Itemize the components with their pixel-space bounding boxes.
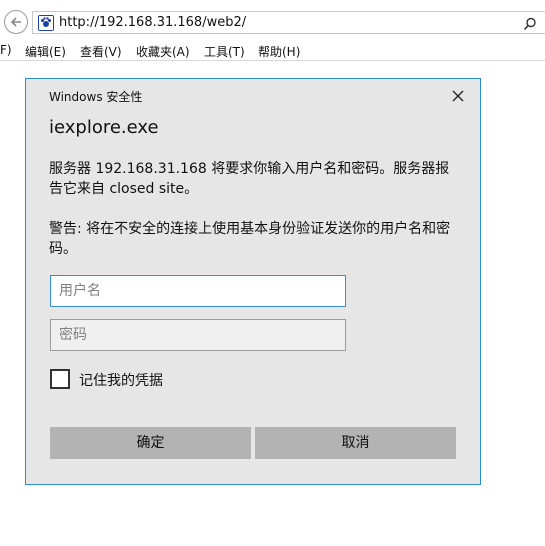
warning-message: 警告: 将在不安全的连接上使用基本身份验证发送你的用户名和密码。 (49, 221, 451, 257)
menu-tools[interactable]: 工具(T) (204, 43, 245, 60)
back-button[interactable] (4, 10, 28, 34)
ok-button[interactable]: 确定 (50, 427, 251, 459)
menu-favorites[interactable]: 收藏夹(A) (136, 43, 190, 60)
address-bar-row: http://192.168.31.168/web2/ (0, 0, 545, 40)
windows-security-dialog: Windows 安全性 iexplore.exe 服务器 192.168.31.… (25, 78, 481, 485)
back-arrow-icon (10, 17, 21, 27)
app-title: iexplore.exe (49, 117, 159, 138)
address-field[interactable]: http://192.168.31.168/web2/ (32, 11, 545, 34)
menu-file[interactable]: F) (0, 43, 12, 57)
remember-checkbox[interactable] (50, 369, 70, 389)
menu-bar: F) 编辑(E) 查看(V) 收藏夹(A) 工具(T) 帮助(H) (0, 40, 545, 61)
menu-edit[interactable]: 编辑(E) (25, 43, 66, 60)
menu-help[interactable]: 帮助(H) (258, 43, 300, 60)
url-text[interactable]: http://192.168.31.168/web2/ (59, 15, 246, 30)
password-input[interactable] (50, 319, 346, 351)
cancel-button[interactable]: 取消 (255, 427, 456, 459)
dialog-caption: Windows 安全性 (49, 90, 143, 104)
username-input[interactable] (50, 275, 346, 307)
menu-view[interactable]: 查看(V) (80, 43, 122, 60)
close-button[interactable] (450, 88, 466, 104)
remember-label[interactable]: 记住我的凭据 (79, 370, 163, 390)
server-message: 服务器 192.168.31.168 将要求你输入用户名和密码。服务器报告它来自… (49, 161, 450, 197)
site-favicon-icon (38, 15, 54, 31)
search-icon[interactable] (523, 16, 537, 35)
close-icon (452, 90, 464, 102)
